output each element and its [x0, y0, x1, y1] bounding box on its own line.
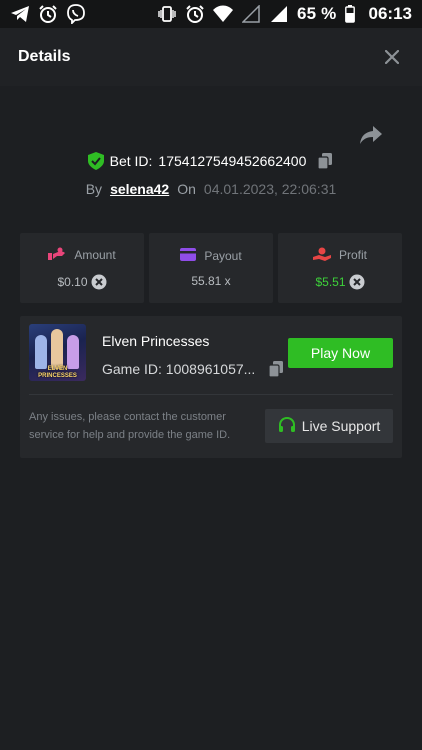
shield-check-icon	[87, 152, 104, 170]
status-left	[10, 4, 86, 24]
profit-value: $5.51	[315, 274, 346, 289]
play-now-button[interactable]: Play Now	[288, 338, 393, 368]
thumb-figure	[35, 335, 47, 369]
bet-id-row: Bet ID: 1754127549452662400	[0, 152, 422, 170]
copy-bet-id-button[interactable]	[316, 152, 334, 170]
game-card: ELVEN PRINCESSES Elven Princesses Game I…	[20, 316, 402, 458]
viber-icon	[66, 4, 86, 24]
bet-id-label: Bet ID:	[109, 153, 153, 169]
payout-icon	[180, 248, 197, 264]
close-icon	[385, 50, 399, 64]
amount-icon	[48, 247, 66, 264]
signal-icon	[241, 4, 261, 24]
close-button[interactable]	[380, 45, 404, 69]
battery-icon	[344, 4, 355, 24]
battery-percent: 65 %	[296, 4, 337, 23]
game-id-row: Game ID: 1008961057...	[102, 360, 285, 378]
profit-icon	[312, 247, 331, 264]
share-button[interactable]	[358, 122, 384, 148]
currency-coin-icon	[91, 274, 107, 290]
amount-card: Amount $0.10	[20, 233, 144, 303]
copy-icon	[269, 361, 284, 377]
profit-value-row: $5.51	[315, 274, 365, 290]
payout-label: Payout	[204, 249, 242, 263]
amount-header: Amount	[48, 247, 116, 264]
copy-game-id-button[interactable]	[267, 360, 285, 378]
payout-header: Payout	[180, 248, 242, 264]
bet-author-row: By selena42 On 04.01.2023, 22:06:31	[0, 181, 422, 197]
page-title: Details	[18, 48, 71, 65]
telegram-icon	[10, 4, 30, 24]
live-support-button[interactable]: Live Support	[265, 409, 393, 443]
bet-stats: Amount $0.10 Payout 55.81 x Profit $5.51	[20, 233, 402, 303]
amount-value: $0.10	[57, 274, 88, 289]
amount-value-row: $0.10	[57, 274, 107, 290]
thumb-figure	[51, 329, 63, 369]
by-label: By	[85, 181, 103, 197]
amount-label: Amount	[74, 248, 116, 262]
username-link[interactable]: selena42	[110, 181, 169, 197]
headset-icon	[278, 416, 296, 437]
vibrate-icon	[157, 4, 177, 24]
payout-value: 55.81 x	[191, 274, 231, 288]
alarm-icon	[185, 4, 205, 24]
status-right: 65 % 06:13	[157, 4, 412, 24]
signal-icon	[269, 4, 289, 24]
copy-icon	[318, 153, 333, 169]
bet-id-value: 1754127549452662400	[158, 153, 307, 169]
profit-card: Profit $5.51	[278, 233, 402, 303]
on-label: On	[177, 181, 196, 197]
thumb-figure	[67, 335, 79, 369]
currency-coin-icon	[349, 274, 365, 290]
game-name: Elven Princesses	[102, 333, 210, 349]
profit-label: Profit	[338, 248, 367, 262]
alarm-icon	[38, 4, 58, 24]
live-support-label: Live Support	[301, 418, 381, 434]
game-id: Game ID: 1008961057...	[102, 361, 256, 377]
payout-value-row: 55.81 x	[191, 274, 230, 288]
thumb-title-line2: PRINCESSES	[38, 372, 77, 379]
thumb-title: ELVEN PRINCESSES	[29, 366, 86, 379]
profit-header: Profit	[312, 247, 367, 264]
game-thumbnail[interactable]: ELVEN PRINCESSES	[29, 324, 86, 381]
bet-date: 04.01.2023, 22:06:31	[203, 181, 337, 197]
support-text: Any issues, please contact the customer …	[29, 411, 231, 441]
details-header: Details	[0, 28, 422, 86]
wifi-icon	[212, 4, 233, 24]
divider	[29, 394, 393, 395]
clock: 06:13	[368, 4, 412, 23]
status-bar: 65 % 06:13	[0, 0, 422, 28]
share-icon	[360, 126, 382, 144]
payout-card: Payout 55.81 x	[149, 233, 273, 303]
